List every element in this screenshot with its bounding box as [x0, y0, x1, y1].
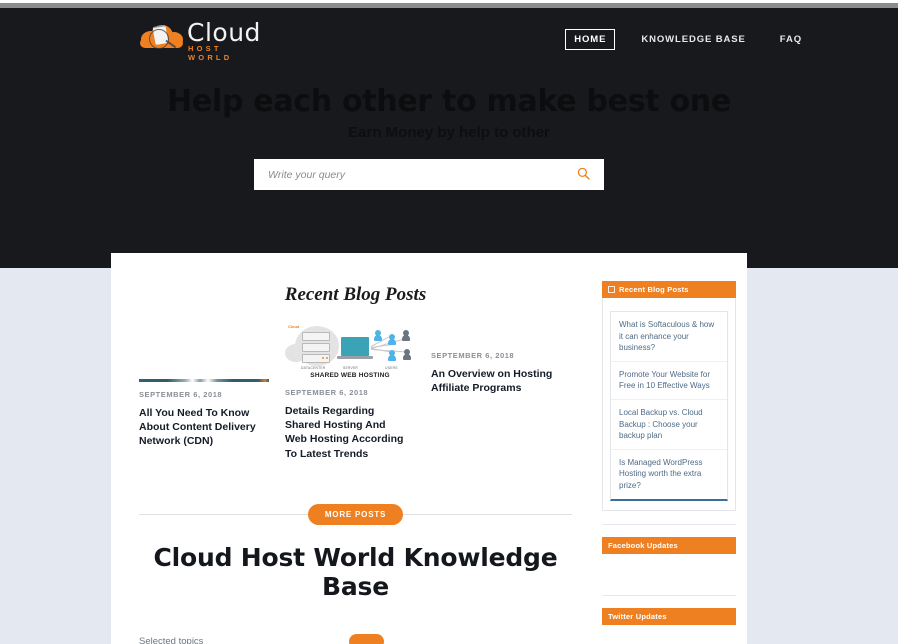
sidebar-widget-recent-blog-posts: Recent Blog Posts What is Softaculous & … [602, 281, 736, 511]
cloud-server-logo-icon [139, 23, 185, 49]
feed-icon [608, 286, 615, 293]
selected-topics-row: Selected topics [139, 634, 572, 644]
recent-blog-posts-heading: Recent Blog Posts [284, 284, 427, 305]
post-thumbnail [139, 379, 269, 382]
knowledge-base-heading: Cloud Host World Knowledge Base [153, 543, 558, 601]
selected-topics-pill[interactable] [349, 634, 384, 644]
infographic-caption: SHARED WEB HOSTING [310, 372, 390, 379]
logo-tagline: HOST WORLD [188, 44, 233, 62]
infographic-label-server: SERVER [343, 366, 359, 370]
widget-body [602, 624, 736, 644]
post-date: SEPTEMBER 6, 2018 [431, 351, 515, 360]
divider-left [139, 513, 308, 515]
sidebar: Recent Blog Posts What is Softaculous & … [602, 281, 736, 644]
shared-web-hosting-infographic-icon: Cloud DATACENTER SERVER USERS SHARED WEB… [285, 322, 415, 380]
post-title[interactable]: Details Regarding Shared Hosting And Web… [285, 404, 409, 461]
logo-word: Cloud [187, 18, 261, 47]
widget-body: What is Softaculous & how it can enhance… [602, 298, 736, 511]
hero-section: Cloud HOST WORLD HOME KNOWLEDGE BASE FAQ… [0, 8, 898, 268]
post-thumbnail: Cloud DATACENTER SERVER USERS SHARED WEB… [285, 322, 415, 380]
browser-chrome-strip [0, 0, 898, 8]
main-navigation: HOME KNOWLEDGE BASE FAQ [565, 29, 810, 50]
site-logo[interactable]: Cloud HOST WORLD [139, 18, 260, 62]
widget-header: Twitter Updates [602, 607, 736, 625]
divider-right [403, 513, 572, 515]
infographic-label-datacenter: DATACENTER [301, 366, 326, 370]
sidebar-list-item[interactable]: Promote Your Website for Free in 10 Effe… [611, 362, 727, 400]
search-input[interactable] [254, 168, 562, 181]
widget-body [602, 553, 736, 582]
content-panel: Recent Blog Posts SEPTEMBER 6, 2018 All … [111, 253, 747, 644]
blog-post-list: SEPTEMBER 6, 2018 All You Need To Know A… [139, 322, 572, 492]
more-posts-row: MORE POSTS [139, 503, 572, 525]
blog-post-card[interactable]: SEPTEMBER 6, 2018 An Overview on Hosting… [431, 322, 555, 395]
search-icon [577, 167, 590, 183]
nav-item-faq[interactable]: FAQ [772, 30, 810, 49]
widget-header: Recent Blog Posts [602, 281, 736, 298]
hero-subtitle: Earn Money by help to other [348, 124, 550, 141]
recent-posts-list: What is Softaculous & how it can enhance… [610, 311, 728, 501]
hero-title: Help each other to make best one [167, 84, 731, 119]
widget-divider [602, 594, 736, 596]
sidebar-widget-facebook-updates: Facebook Updates [602, 536, 736, 582]
sidebar-widget-twitter-updates: Twitter Updates [602, 607, 736, 644]
widget-divider [602, 523, 736, 525]
post-date: SEPTEMBER 6, 2018 [285, 388, 369, 397]
widget-header: Facebook Updates [602, 536, 736, 554]
search-box [254, 159, 604, 190]
widget-title: Twitter Updates [608, 611, 667, 621]
blog-post-card[interactable]: Cloud DATACENTER SERVER USERS SHARED WEB… [285, 322, 415, 461]
infographic-logo: Cloud [288, 324, 300, 329]
post-title[interactable]: An Overview on Hosting Affiliate Program… [431, 367, 555, 395]
selected-topics-label: Selected topics [139, 636, 204, 644]
widget-title: Facebook Updates [608, 540, 678, 550]
nav-item-home[interactable]: HOME [565, 29, 616, 50]
sidebar-list-item[interactable]: What is Softaculous & how it can enhance… [611, 312, 727, 362]
sidebar-list-item[interactable]: Is Managed WordPress Hosting worth the e… [611, 450, 727, 499]
search-button[interactable] [562, 159, 604, 190]
widget-title: Recent Blog Posts [619, 285, 689, 294]
post-date: SEPTEMBER 6, 2018 [139, 390, 223, 399]
more-posts-button[interactable]: MORE POSTS [307, 503, 404, 525]
blog-post-card[interactable]: SEPTEMBER 6, 2018 All You Need To Know A… [139, 322, 269, 449]
sidebar-list-item[interactable]: Local Backup vs. Cloud Backup : Choose y… [611, 400, 727, 450]
post-title[interactable]: All You Need To Know About Content Deliv… [139, 406, 263, 449]
broken-image-icon [139, 379, 269, 382]
nav-item-knowledge-base[interactable]: KNOWLEDGE BASE [633, 30, 753, 49]
main-column: Recent Blog Posts SEPTEMBER 6, 2018 All … [139, 253, 572, 644]
infographic-label-users: USERS [385, 366, 398, 370]
